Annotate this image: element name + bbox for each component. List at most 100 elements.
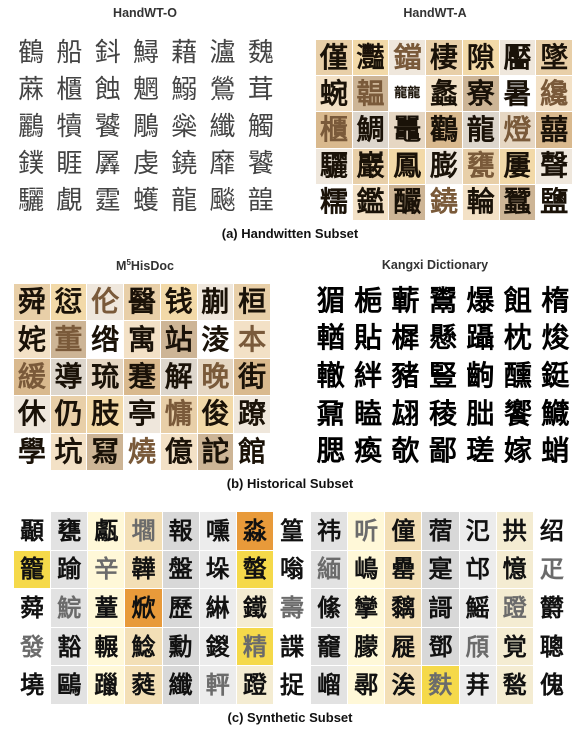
character-cell: 壛 — [125, 512, 162, 550]
character-cell: 龍 — [462, 112, 499, 148]
character-cell: 覰 — [56, 186, 83, 217]
character-cell: 糯 — [316, 184, 352, 220]
kangxi-dictionary-title: Kangxi Dictionary — [381, 258, 489, 272]
character-cell: 犢 — [56, 111, 83, 142]
character-cell: 篁 — [273, 512, 311, 550]
character-cell: 嚑 — [199, 512, 236, 550]
character-cell: 櫃 — [316, 112, 352, 148]
historical-subset-caption: (b) Historical Subset — [226, 476, 354, 491]
character-cell: 蕤 — [125, 666, 162, 704]
character-cell: 腮 — [316, 434, 345, 468]
character-cell: 瘓 — [354, 434, 383, 468]
character-cell: 蹇 — [124, 358, 160, 396]
character-cell: 钱 — [160, 284, 197, 321]
character-cell: 蹬 — [236, 666, 273, 704]
character-cell: 蔴 — [18, 74, 45, 105]
character-cell: 桓 — [234, 284, 270, 321]
character-cell: 翃 — [391, 396, 420, 430]
character-cell: 绍 — [533, 512, 570, 550]
character-cell: 魏 — [247, 37, 274, 68]
character-cell: 暑 — [499, 76, 536, 112]
kangxi-grid: 猸梔蘄鬻爆飷楕輶貼樨懸躡枕焌轍絆豬豎齣醺鋌鼐瞌翃稜朏饗鱵腮瘓欹鄙瑳嫁蛸 — [312, 282, 574, 470]
character-cell: 站 — [160, 321, 197, 358]
character-cell: 猸 — [316, 283, 345, 317]
character-cell: 朦 — [348, 627, 385, 666]
character-cell: 韞 — [352, 76, 389, 112]
character-cell: 罍 — [385, 550, 422, 589]
character-cell: 欹 — [391, 434, 420, 468]
character-cell: 鱵 — [541, 396, 570, 430]
character-cell: 垛 — [199, 550, 236, 589]
handwt-o-title: HandWT-O — [113, 6, 177, 20]
character-cell: 鶯 — [209, 74, 236, 105]
character-cell: 荓 — [459, 666, 496, 704]
character-cell: 鄙 — [428, 434, 457, 468]
character-cell: 霆 — [94, 186, 121, 217]
character-cell: 梔 — [354, 283, 383, 317]
character-cell: 鵰 — [132, 111, 159, 142]
m5hisdoc-title: M5HisDoc — [116, 258, 174, 274]
character-cell: 氾 — [459, 512, 496, 550]
character-cell: 盤 — [162, 550, 199, 589]
character-cell: 虔 — [132, 149, 159, 180]
character-cell: 捉 — [273, 666, 311, 704]
character-cell: 歷 — [162, 589, 199, 627]
character-cell: 舜 — [14, 284, 50, 321]
character-cell: 墜 — [536, 40, 572, 76]
character-cell: 韹 — [247, 186, 274, 217]
character-cell: 緩 — [14, 358, 50, 396]
character-cell: 本 — [234, 321, 270, 358]
character-cell: 解 — [160, 358, 197, 396]
character-cell: 靡 — [209, 149, 236, 180]
character-cell: 甗 — [88, 512, 125, 550]
character-cell: 寔 — [422, 550, 459, 589]
character-cell: 巖 — [352, 148, 389, 184]
character-cell: 姹 — [14, 321, 50, 358]
synthetic-subset-caption: (c) Synthetic Subset — [227, 710, 353, 725]
character-cell: 館 — [234, 433, 270, 470]
synthetic-grid: 顳甕甗壛報嚑淼篁祎听僮蓿氾拱绍籠踰辛韡盤垛螫嗡緬嶋罍寔邙憶疋蕣鯇蕫焮歷綝鐵壽絛攣… — [14, 512, 570, 704]
character-cell: 鯰 — [125, 627, 162, 666]
character-cell: 鐵 — [236, 589, 273, 627]
character-cell: 顳 — [14, 512, 51, 550]
character-cell: 傀 — [533, 666, 570, 704]
character-cell: 瞌 — [354, 396, 383, 430]
character-cell: 瑳 — [466, 434, 495, 468]
character-cell: 謌 — [422, 589, 459, 627]
character-cell: 豁 — [51, 627, 88, 666]
character-cell: 釅 — [389, 184, 426, 220]
character-cell: 黐 — [385, 589, 422, 627]
handwt-o-grid: 鶴船鈄鱘藉瀘魏蔴櫃蝕魍鰯鶯茸鸝犢饕鵰橤纖觸鏷睚羼虔鐃靡饕驪覰霆蠖龍飈韹 — [12, 34, 280, 220]
character-cell: 甕 — [462, 148, 499, 184]
character-cell: 鈄 — [94, 37, 121, 68]
character-cell: 懸 — [428, 321, 457, 355]
character-cell: 籠 — [14, 550, 51, 589]
character-cell: 勳 — [162, 627, 199, 666]
character-cell: 祎 — [311, 512, 348, 550]
character-cell: 豬 — [391, 358, 420, 392]
character-cell: 疋 — [533, 550, 570, 589]
character-cell: 頎 — [459, 627, 496, 666]
character-cell: 醫 — [124, 284, 160, 321]
character-cell: 焌 — [541, 321, 570, 355]
character-cell: 隙 — [462, 40, 499, 76]
character-cell: 鄩 — [348, 666, 385, 704]
character-cell: 琉 — [87, 358, 124, 396]
character-cell: 鄧 — [422, 627, 459, 666]
character-cell: 蕣 — [14, 589, 51, 627]
character-cell: 棲 — [426, 40, 462, 76]
character-cell: 枕 — [503, 321, 532, 355]
handwt-a-title: HandWT-A — [403, 6, 467, 20]
character-cell: 嶋 — [348, 550, 385, 589]
character-cell: 諜 — [273, 627, 311, 666]
character-cell: 轍 — [316, 358, 345, 392]
character-cell: 龍 — [171, 186, 198, 217]
character-cell: 愆 — [50, 284, 87, 321]
character-cell: 學 — [14, 433, 50, 470]
character-cell: 蓿 — [422, 512, 459, 550]
character-cell: 亭 — [124, 396, 160, 433]
character-cell: 瀘 — [209, 37, 236, 68]
character-cell: 燈 — [499, 112, 536, 148]
character-cell: 寮 — [462, 76, 499, 112]
character-cell: 蹬 — [496, 589, 533, 627]
